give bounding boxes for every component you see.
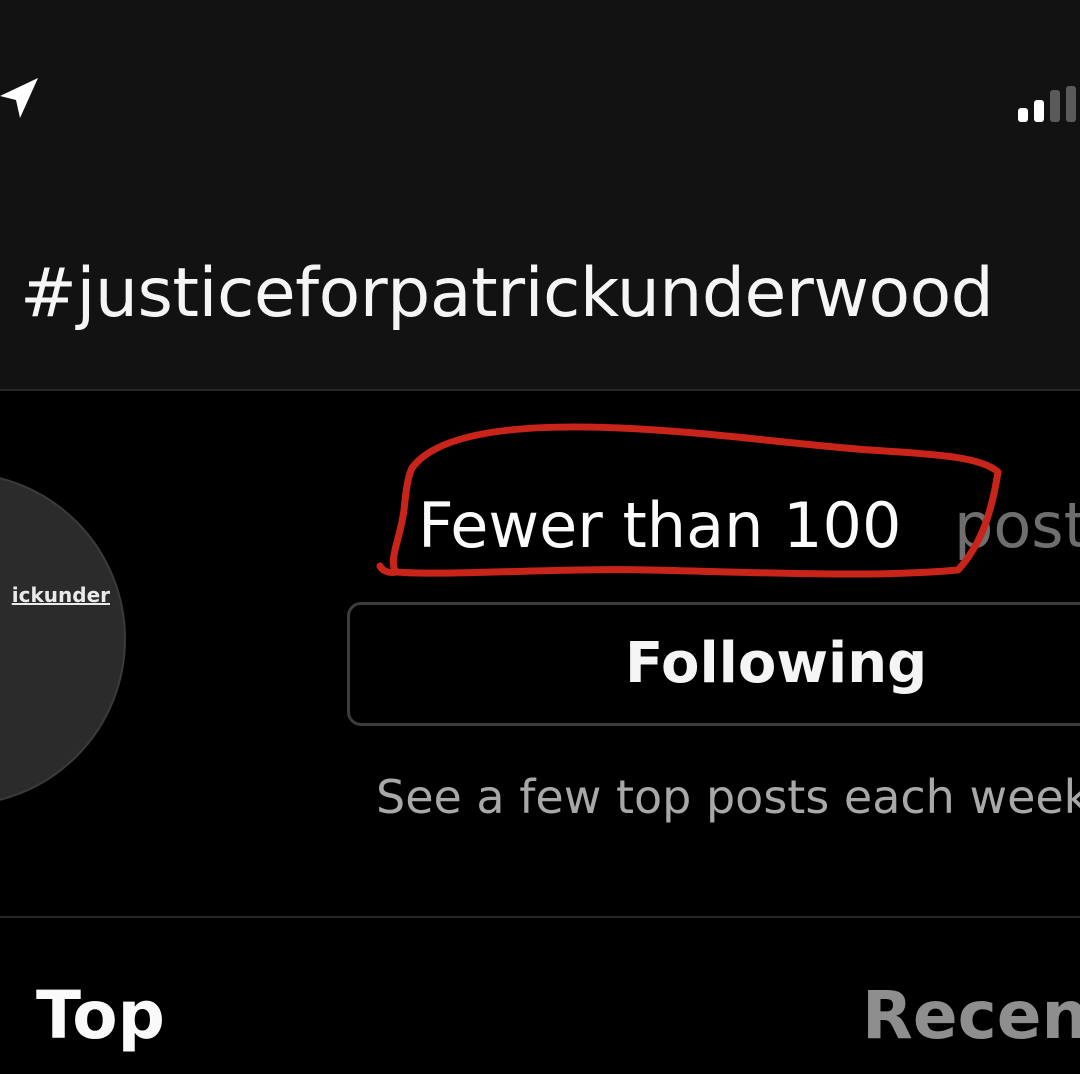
following-button[interactable]: Following [347,602,1080,726]
following-button-label: Following [625,631,928,696]
hashtag-page-screen: #justiceforpatrickunderwood ickunder Few… [0,0,1080,1074]
tabs-divider [0,916,1080,918]
tab-top[interactable]: Top [36,974,165,1058]
top-navigation-bar: #justiceforpatrickunderwood [0,0,1080,390]
page-title: #justiceforpatrickunderwood [20,254,994,333]
post-count: Fewer than 100 [418,489,902,562]
post-count-suffix: posts [954,489,1080,562]
follow-description: See a few top posts each week [376,770,1080,824]
tab-recent[interactable]: Recent [862,974,1080,1058]
cellular-signal-icon [1018,86,1076,122]
location-arrow-icon [0,78,38,118]
following-button-label-wrap: Following [347,605,1080,729]
avatar-text: ickunder [11,583,110,607]
